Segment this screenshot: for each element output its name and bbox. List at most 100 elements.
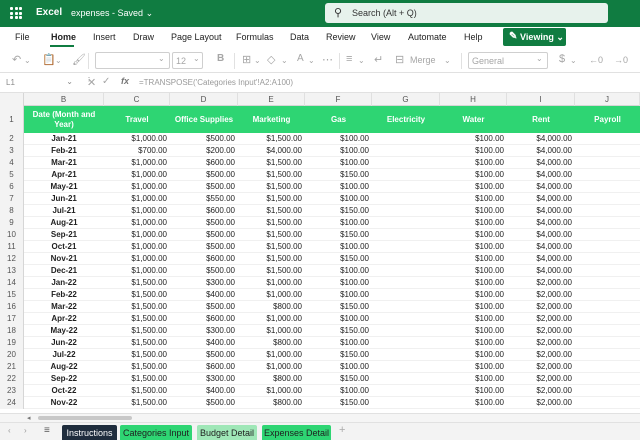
table-cell[interactable]: $1,000.00: [104, 169, 167, 181]
table-cell[interactable]: $100.00: [440, 301, 504, 313]
table-cell[interactable]: $500.00: [170, 265, 235, 277]
document-title[interactable]: expenses - Saved ⌄: [71, 8, 153, 19]
table-cell[interactable]: $1,500.00: [238, 265, 302, 277]
table-cell[interactable]: [372, 157, 437, 169]
table-cell[interactable]: [575, 349, 637, 361]
viewing-mode-button[interactable]: ✎ Viewing ⌄: [503, 28, 566, 46]
select-all-corner[interactable]: [0, 93, 24, 106]
scroll-left-icon[interactable]: ◂: [27, 414, 31, 422]
table-cell[interactable]: [372, 181, 437, 193]
table-cell[interactable]: $1,000.00: [238, 325, 302, 337]
row-header[interactable]: 20: [0, 349, 24, 361]
table-cell[interactable]: $400.00: [170, 385, 235, 397]
table-cell[interactable]: $1,000.00: [238, 277, 302, 289]
row-header[interactable]: 13: [0, 265, 24, 277]
enter-icon[interactable]: ✓: [102, 76, 110, 87]
table-cell[interactable]: $4,000.00: [507, 229, 572, 241]
table-cell[interactable]: $1,000.00: [238, 349, 302, 361]
table-cell[interactable]: $1,000.00: [104, 229, 167, 241]
app-launcher-icon[interactable]: [10, 7, 22, 19]
table-cell[interactable]: $1,500.00: [238, 157, 302, 169]
table-cell[interactable]: $600.00: [170, 313, 235, 325]
table-cell[interactable]: [575, 301, 637, 313]
date-cell[interactable]: Sep-21: [24, 229, 104, 241]
prev-sheet-icon[interactable]: ‹: [8, 426, 11, 435]
table-cell[interactable]: $1,500.00: [104, 385, 167, 397]
table-cell[interactable]: $1,500.00: [238, 241, 302, 253]
table-cell[interactable]: $1,000.00: [238, 289, 302, 301]
font-color-icon[interactable]: A: [297, 53, 304, 64]
fill-color-icon[interactable]: ◇: [267, 53, 275, 66]
table-cell[interactable]: [372, 313, 437, 325]
table-cell[interactable]: [575, 205, 637, 217]
table-cell[interactable]: [372, 169, 437, 181]
table-cell[interactable]: $1,500.00: [238, 169, 302, 181]
row-header[interactable]: 19: [0, 337, 24, 349]
table-cell[interactable]: [372, 385, 437, 397]
table-cell[interactable]: $2,000.00: [507, 313, 572, 325]
table-cell[interactable]: $4,000.00: [507, 205, 572, 217]
row-header[interactable]: 10: [0, 229, 24, 241]
table-cell[interactable]: $100.00: [440, 397, 504, 409]
all-sheets-icon[interactable]: ≡: [44, 425, 50, 436]
column-header-b[interactable]: B: [24, 93, 104, 106]
date-cell[interactable]: Mar-21: [24, 157, 104, 169]
column-header-i[interactable]: I: [507, 93, 575, 106]
date-cell[interactable]: Nov-22: [24, 397, 104, 409]
table-cell[interactable]: $500.00: [170, 301, 235, 313]
date-cell[interactable]: Aug-22: [24, 361, 104, 373]
table-cell[interactable]: $1,000.00: [104, 217, 167, 229]
table-cell[interactable]: $100.00: [440, 277, 504, 289]
date-cell[interactable]: May-21: [24, 181, 104, 193]
table-cell[interactable]: $100.00: [440, 193, 504, 205]
table-cell[interactable]: $150.00: [305, 229, 369, 241]
row-header[interactable]: 18: [0, 325, 24, 337]
table-cell[interactable]: $2,000.00: [507, 277, 572, 289]
table-cell[interactable]: $800.00: [238, 373, 302, 385]
sheet-tab-instructions[interactable]: Instructions: [62, 425, 117, 440]
table-cell[interactable]: $150.00: [305, 205, 369, 217]
tab-view[interactable]: View: [371, 32, 390, 42]
table-cell[interactable]: $1,500.00: [104, 397, 167, 409]
table-cell[interactable]: $100.00: [440, 229, 504, 241]
tab-page-layout[interactable]: Page Layout: [171, 32, 222, 42]
table-cell[interactable]: $1,500.00: [104, 313, 167, 325]
table-cell[interactable]: $800.00: [238, 397, 302, 409]
table-cell[interactable]: $600.00: [170, 253, 235, 265]
table-cell[interactable]: [372, 253, 437, 265]
table-cell[interactable]: $100.00: [305, 265, 369, 277]
row-header[interactable]: 24: [0, 397, 24, 409]
align-dropdown-icon[interactable]: ⌄: [358, 56, 365, 65]
table-cell[interactable]: $400.00: [170, 289, 235, 301]
table-header-cell[interactable]: Office Supplies: [170, 106, 238, 133]
wrap-text-icon[interactable]: ↵: [374, 53, 383, 66]
row-header[interactable]: 23: [0, 385, 24, 397]
row-header[interactable]: 21: [0, 361, 24, 373]
table-cell[interactable]: $1,000.00: [104, 133, 167, 145]
table-cell[interactable]: $2,000.00: [507, 385, 572, 397]
row-header[interactable]: 12: [0, 253, 24, 265]
table-cell[interactable]: [372, 145, 437, 157]
date-cell[interactable]: Jul-22: [24, 349, 104, 361]
column-header-j[interactable]: J: [575, 93, 640, 106]
table-cell[interactable]: $100.00: [305, 157, 369, 169]
table-cell[interactable]: $1,000.00: [238, 313, 302, 325]
table-header-cell[interactable]: Water: [440, 106, 507, 133]
table-cell[interactable]: $100.00: [440, 217, 504, 229]
table-cell[interactable]: $4,000.00: [507, 181, 572, 193]
table-cell[interactable]: $1,000.00: [238, 361, 302, 373]
date-cell[interactable]: Sep-22: [24, 373, 104, 385]
table-cell[interactable]: [372, 373, 437, 385]
table-cell[interactable]: $1,500.00: [238, 229, 302, 241]
currency-button[interactable]: $: [559, 53, 565, 65]
table-cell[interactable]: $100.00: [440, 145, 504, 157]
table-cell[interactable]: $300.00: [170, 373, 235, 385]
table-cell[interactable]: $4,000.00: [507, 253, 572, 265]
row-header[interactable]: 15: [0, 289, 24, 301]
table-cell[interactable]: $1,500.00: [238, 253, 302, 265]
table-cell[interactable]: [575, 217, 637, 229]
column-header-d[interactable]: D: [170, 93, 238, 106]
table-cell[interactable]: $150.00: [305, 253, 369, 265]
add-sheet-icon[interactable]: +: [339, 424, 345, 436]
tab-help[interactable]: Help: [464, 32, 483, 42]
